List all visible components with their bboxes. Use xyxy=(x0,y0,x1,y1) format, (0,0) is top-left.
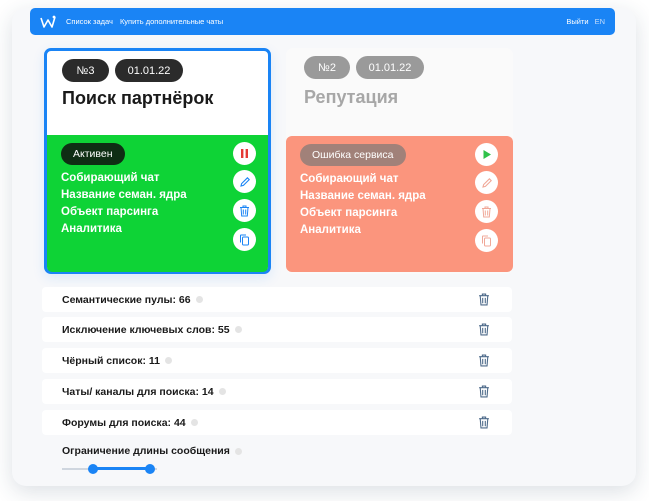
status-badge: Активен xyxy=(61,143,125,165)
info-icon[interactable] xyxy=(234,326,242,333)
logout-link[interactable]: Выйти xyxy=(566,17,588,26)
task-detail-line: Объект парсинга xyxy=(61,206,159,218)
setting-row-chats-channels[interactable]: Чаты/ каналы для поиска: 14 xyxy=(42,379,512,404)
limit-label: Ограничение длины сообщения xyxy=(62,445,230,457)
task-detail-line: Аналитика xyxy=(61,223,122,235)
task-date-badge: 01.01.22 xyxy=(115,59,183,82)
info-icon[interactable] xyxy=(234,447,242,455)
task-card-error[interactable]: №2 01.01.22 Репутация Ошибка сервиса Соб… xyxy=(286,48,513,274)
status-badge: Ошибка сервиса xyxy=(300,144,406,166)
edit-icon xyxy=(481,177,492,188)
task-panel: Активен Собирающий чат Название семан. я… xyxy=(47,135,268,272)
info-icon[interactable] xyxy=(218,388,226,395)
task-card-active[interactable]: №3 01.01.22 Поиск партнёрок Активен Соби… xyxy=(44,48,271,274)
copy-button[interactable] xyxy=(475,229,498,252)
delete-button[interactable] xyxy=(233,199,256,222)
slider-max-handle[interactable] xyxy=(145,464,156,474)
message-length-limit: Ограничение длины сообщения xyxy=(62,445,242,457)
info-icon[interactable] xyxy=(190,419,198,426)
task-detail-line: Аналитика xyxy=(300,224,361,236)
task-detail-line: Объект парсинга xyxy=(300,207,398,219)
edit-button[interactable] xyxy=(233,170,256,193)
trash-icon[interactable] xyxy=(478,385,490,398)
setting-row-forums[interactable]: Форумы для поиска: 44 xyxy=(42,410,512,435)
task-number-badge: №3 xyxy=(62,59,109,82)
trash-icon[interactable] xyxy=(478,416,490,429)
slider-min-handle[interactable] xyxy=(88,464,99,474)
trash-icon[interactable] xyxy=(478,323,490,336)
info-icon[interactable] xyxy=(195,296,203,303)
setting-label: Семантические пулы: 66 xyxy=(62,293,191,306)
task-title: Поиск партнёрок xyxy=(62,88,214,108)
setting-label: Исключение ключевых слов: 55 xyxy=(62,323,230,336)
copy-icon xyxy=(482,235,491,246)
copy-button[interactable] xyxy=(233,228,256,251)
play-icon xyxy=(483,150,491,159)
trash-icon[interactable] xyxy=(478,293,490,306)
setting-label: Чёрный список: 11 xyxy=(62,354,160,367)
info-icon[interactable] xyxy=(164,357,172,364)
task-panel: Ошибка сервиса Собирающий чат Название с… xyxy=(286,136,513,272)
setting-row-keyword-exclusion[interactable]: Исключение ключевых слов: 55 xyxy=(42,317,512,342)
pause-button[interactable] xyxy=(233,142,256,165)
top-bar: Список задач Купить дополнительные чаты … xyxy=(30,8,615,35)
play-button[interactable] xyxy=(475,143,498,166)
task-title: Репутация xyxy=(304,87,399,107)
trash-icon xyxy=(240,205,249,216)
logo-icon[interactable] xyxy=(40,14,58,30)
task-date-badge: 01.01.22 xyxy=(356,56,424,79)
length-range-slider[interactable] xyxy=(62,464,157,474)
nav-buy-chats[interactable]: Купить дополнительные чаты xyxy=(120,17,223,26)
task-detail-line: Название семан. ядра xyxy=(61,189,187,201)
copy-icon xyxy=(240,234,249,245)
trash-icon xyxy=(482,206,491,217)
setting-row-semantic-pools[interactable]: Семантические пулы: 66 xyxy=(42,287,512,312)
setting-row-blacklist[interactable]: Чёрный список: 11 xyxy=(42,348,512,373)
language-switch[interactable]: EN xyxy=(595,17,605,26)
setting-label: Чаты/ каналы для поиска: 14 xyxy=(62,385,214,398)
nav-task-list[interactable]: Список задач xyxy=(66,17,113,26)
edit-icon xyxy=(239,176,250,187)
delete-button[interactable] xyxy=(475,200,498,223)
trash-icon[interactable] xyxy=(478,354,490,367)
task-detail-line: Собирающий чат xyxy=(300,173,399,185)
task-number-badge: №2 xyxy=(304,56,350,79)
task-detail-line: Собирающий чат xyxy=(61,172,160,184)
setting-label: Форумы для поиска: 44 xyxy=(62,416,186,429)
pause-icon xyxy=(241,149,248,158)
slider-range-fill xyxy=(93,467,151,470)
edit-button[interactable] xyxy=(475,171,498,194)
task-detail-line: Название семан. ядра xyxy=(300,190,426,202)
